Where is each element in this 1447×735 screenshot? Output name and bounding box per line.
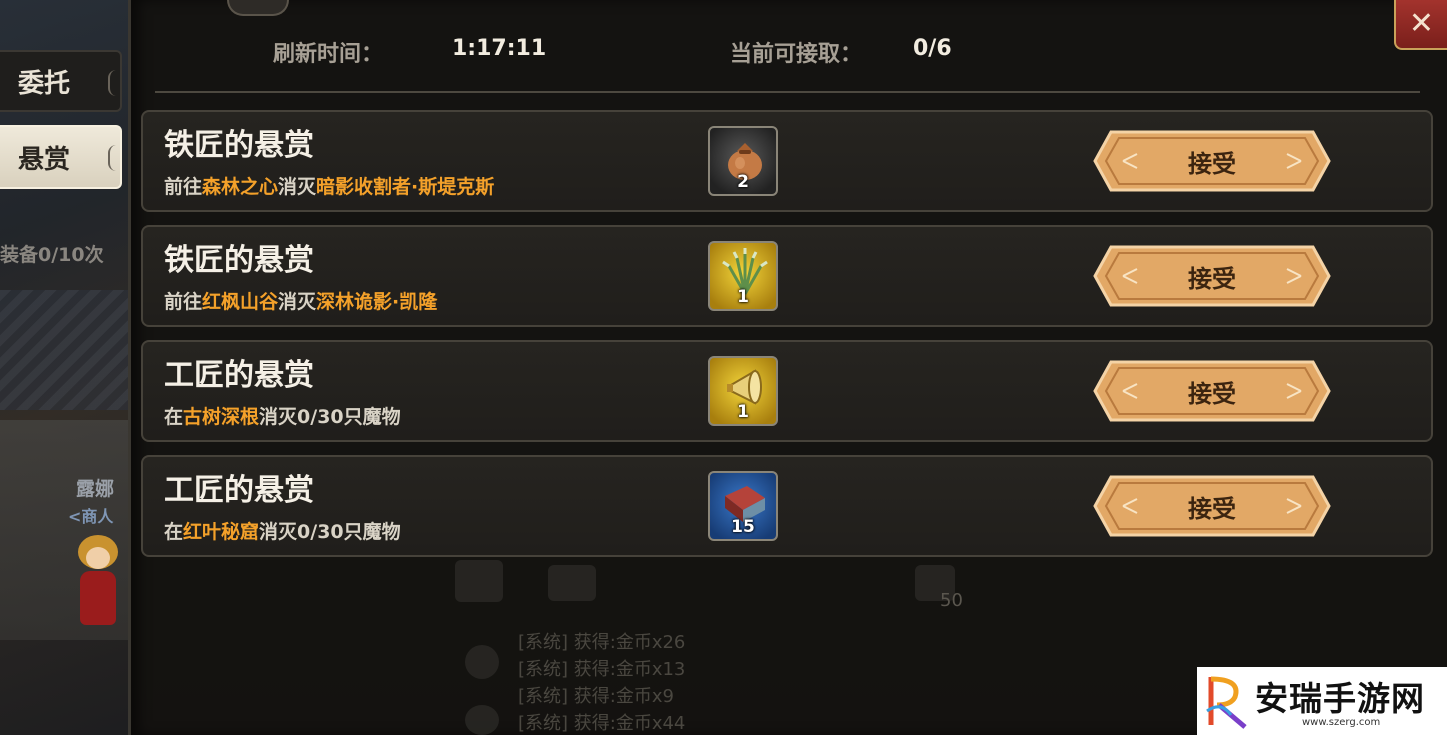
system-log-line: [系统] 获得:金币x44	[518, 713, 686, 734]
desc-text: 消灭	[278, 291, 317, 313]
bounty-title: 铁匠的悬赏	[164, 243, 314, 278]
tab-notch-decoration	[108, 145, 116, 171]
npc-face	[86, 547, 110, 569]
desc-location: 红枫山谷	[202, 291, 279, 313]
desc-location: 森林之心	[202, 176, 279, 198]
desc-location: 红叶秘窟	[183, 521, 260, 543]
tab-commission[interactable]: 委托	[0, 50, 122, 112]
tab-commission-label: 委托	[18, 68, 71, 99]
close-icon: ✕	[1408, 6, 1435, 41]
system-log-line: [系统] 获得:金币x9	[518, 686, 674, 707]
watermark-url: www.szerg.com	[1302, 717, 1381, 728]
roof-decoration	[0, 290, 128, 410]
desc-text: 前往	[164, 176, 203, 198]
refresh-time-value: 1:17:11	[452, 36, 547, 61]
desc-text: 消灭0/30只魔物	[259, 406, 401, 428]
available-count-label: 当前可接取：	[730, 42, 863, 67]
panel-crest-decoration	[227, 0, 289, 16]
game-screen: 装备0/10次 露娜 <商人 委托 悬赏 50 [系统] 获得:金币x26 [系…	[0, 0, 1447, 735]
npc-merchant-sprite[interactable]	[72, 535, 124, 630]
reward-count: 2	[737, 172, 749, 192]
close-button[interactable]: ✕	[1394, 0, 1447, 50]
reward-slot[interactable]: 1	[708, 241, 778, 311]
equip-counter: 装备0/10次	[0, 244, 104, 266]
system-log-line: [系统] 获得:金币x13	[518, 659, 686, 680]
bounty-card: 铁匠的悬赏 前往森林之心消灭暗影收割者·斯堤克斯 2 接受	[141, 110, 1433, 212]
bag-icon	[455, 560, 503, 602]
level-number: 50	[940, 590, 963, 611]
bounty-description: 在红叶秘窟消灭0/30只魔物	[164, 517, 401, 544]
bounty-description: 前往森林之心消灭暗影收割者·斯堤克斯	[164, 172, 494, 199]
mute-icon	[465, 705, 499, 735]
desc-text: 在	[164, 521, 184, 543]
watermark-text: 安瑞手游网	[1255, 679, 1425, 718]
bounty-description: 在古树深根消灭0/30只魔物	[164, 402, 401, 429]
bounty-card: 工匠的悬赏 在古树深根消灭0/30只魔物 1 接受	[141, 340, 1433, 442]
system-log-line: [系统] 获得:金币x26	[518, 632, 686, 653]
accept-button-label: 接受	[1188, 264, 1236, 293]
user-icon	[465, 645, 499, 679]
bounty-description: 前往红枫山谷消灭深林诡影·凯隆	[164, 287, 437, 314]
reward-count: 15	[731, 517, 755, 537]
reward-slot[interactable]: 2	[708, 126, 778, 196]
reward-slot[interactable]: 15	[708, 471, 778, 541]
accept-button-label: 接受	[1188, 149, 1236, 178]
desc-text: 消灭0/30只魔物	[259, 521, 401, 543]
npc-role: <商人	[68, 507, 114, 526]
accept-button[interactable]: 接受	[1093, 245, 1331, 307]
bounty-title: 工匠的悬赏	[164, 473, 314, 508]
desc-target: 暗影收割者·斯堤克斯	[316, 176, 495, 198]
bounty-card: 工匠的悬赏 在红叶秘窟消灭0/30只魔物 15 接受	[141, 455, 1433, 557]
refresh-time-label: 刷新时间：	[273, 42, 384, 67]
bounty-card: 铁匠的悬赏 前往红枫山谷消灭深林诡影·凯隆 1 接受	[141, 225, 1433, 327]
header-divider	[155, 91, 1420, 93]
watermark-logo-icon	[1206, 676, 1247, 729]
accept-button[interactable]: 接受	[1093, 475, 1331, 537]
reward-count: 1	[737, 287, 749, 307]
desc-text: 前往	[164, 291, 203, 313]
tab-bounty[interactable]: 悬赏	[0, 125, 122, 189]
accept-button-label: 接受	[1188, 379, 1236, 408]
reward-count: 1	[737, 402, 749, 422]
npc-body	[80, 571, 116, 625]
desc-target: 深林诡影·凯隆	[316, 291, 438, 313]
desc-text: 消灭	[278, 176, 317, 198]
desc-text: 在	[164, 406, 184, 428]
available-count-value: 0/6	[913, 36, 952, 61]
mail-icon	[548, 565, 596, 601]
bounty-title: 铁匠的悬赏	[164, 128, 314, 163]
bounty-title: 工匠的悬赏	[164, 358, 314, 393]
accept-button-label: 接受	[1188, 494, 1236, 523]
watermark: 安瑞手游网 www.szerg.com	[1197, 667, 1447, 735]
tab-bounty-label: 悬赏	[18, 144, 71, 175]
accept-button[interactable]: 接受	[1093, 360, 1331, 422]
tab-notch-decoration	[108, 70, 116, 96]
reward-slot[interactable]: 1	[708, 356, 778, 426]
desc-location: 古树深根	[183, 406, 260, 428]
npc-name: 露娜	[76, 478, 115, 500]
accept-button[interactable]: 接受	[1093, 130, 1331, 192]
